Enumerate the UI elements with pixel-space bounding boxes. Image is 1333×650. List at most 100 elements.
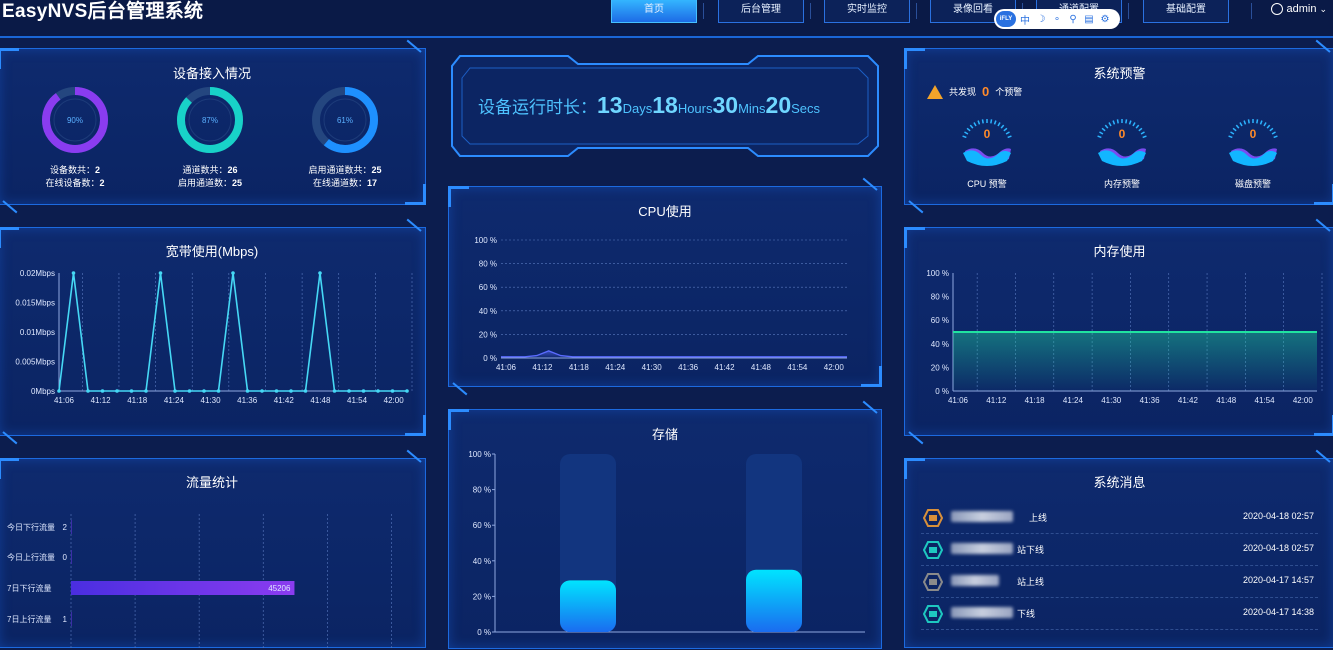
uptime-days-unit: Days [622,101,653,116]
nav-basic-config[interactable]: 基础配置 [1143,0,1229,23]
data-point [202,389,206,393]
y-tick-label: 40 % [479,307,497,316]
ring-label: 设备数共： [49,165,95,175]
redacted-device-name [951,543,1013,554]
series-area [953,332,1317,391]
data-point [274,389,279,393]
memory-alert-gauge: 0 [1092,115,1152,175]
app-title: EasyNVS后台管理系统 [2,1,204,22]
bandwidth-panel: 宽带使用(Mbps) 0Mbps 0.005Mbps 0.01Mbps 0.015Mb… [0,218,426,445]
punctuation-icon[interactable]: ∘ [1050,14,1064,25]
y-tick-label: 0.01Mbps [20,328,55,337]
x-tick-label: 41:42 [715,363,736,372]
y-tick-label: 0 % [483,354,497,363]
x-tick-label: 41:18 [569,363,590,372]
bar [746,569,802,632]
warning-icon [927,84,943,99]
bar [71,550,72,564]
data-point [100,389,105,393]
nav-admin[interactable]: 后台管理 [718,0,804,23]
message-time: 2020-04-17 14:57 [1242,575,1314,585]
panel-corner [2,200,18,214]
nav-live[interactable]: 实时监控 [824,0,910,23]
y-tick-label: 100 % [468,450,491,459]
data-point [245,389,250,393]
message-time: 2020-04-18 02:57 [1242,511,1314,521]
chinese-input-icon[interactable]: 中 [1018,12,1032,27]
message-time: 2020-04-17 14:38 [1242,607,1314,617]
category-label: 7日下行流量 [7,583,51,593]
moon-icon[interactable]: ☽ [1034,14,1048,25]
category-label: 7日上行流量 [7,614,51,624]
y-tick-label: 20 % [473,592,491,601]
disk-alert-gauge: 0 [1223,115,1283,175]
message-row[interactable]: 站下线 2020-04-18 02:57 [921,535,1318,566]
gauge-tick [993,120,997,125]
microphone-icon[interactable]: ⚲ [1066,14,1080,25]
bar [71,612,72,626]
gauge-tick [997,122,1001,127]
panel-corner [1314,184,1333,205]
ring-label: 启用通道数共： [308,165,372,175]
alert-count: 0 [982,84,990,99]
x-tick-label: 41:06 [54,396,75,405]
keyboard-icon[interactable]: ▤ [1082,14,1096,25]
user-menu[interactable]: admin ⌄ [1271,3,1327,15]
camera-icon [922,509,944,527]
gauge-label: 磁盘预警 [1234,179,1271,189]
ring-value: 17 [367,178,378,188]
nav-divider [703,3,704,19]
x-tick-label: 42:00 [824,363,845,372]
gear-icon[interactable]: ⚙ [1098,14,1112,25]
gauge-tick [1239,122,1243,127]
bar [560,580,616,632]
ring-value: 26 [227,165,238,175]
storage-chart: 0 % 20 % 40 % 60 % 80 % 100 % [468,450,865,637]
online-channel-ring: 61% 启用通道数共：25 在线通道数：17 [308,85,382,190]
y-tick-label: 80 % [931,293,949,302]
message-text: 下线 [1017,609,1036,619]
uptime-secs-unit: Secs [791,101,821,116]
alert-suffix: 个预警 [995,87,1023,97]
redacted-device-name [951,511,1013,522]
data-point [216,389,221,393]
chevron-down-icon: ⌄ [1319,3,1327,14]
bar-value-label: 1 [63,615,68,624]
data-point [361,389,366,393]
ring-value: 2 [99,178,105,188]
bar [71,581,295,595]
nav-divider [1128,3,1129,19]
bar-value-label: 0 [63,553,68,562]
data-point [115,389,119,393]
ring-line1: 启用通道数共：25 [300,164,390,177]
server-icon [922,541,944,559]
ifly-toolbar[interactable]: iFLY 中 ☽ ∘ ⚲ ▤ ⚙ [994,9,1120,29]
ring-line1: 通道数共：26 [175,164,245,177]
message-row[interactable]: 上线 2020-04-18 02:57 [921,503,1318,534]
x-tick-label: 41:18 [127,396,148,405]
category-label: 今日上行流量 [7,552,55,562]
alerts-panel: 系统预警 共发现 0 个预警 0 CPU 预警 0 内存预警 0 磁盘预警 [904,39,1333,214]
y-tick-label: 100 % [474,236,497,245]
gauge-value: 0 [1118,127,1126,141]
ring-value: 25 [232,178,243,188]
x-tick-label: 41:48 [751,363,772,372]
message-text: 站上线 [1017,577,1045,587]
nav-home[interactable]: 首页 [611,0,697,23]
username: admin [1286,3,1317,15]
ring-label: 在线设备数： [45,178,100,188]
message-row[interactable]: 下线 2020-04-17 14:38 [921,599,1318,630]
uptime-label: 设备运行时长： [478,98,597,117]
x-tick-label: 41:42 [1178,396,1199,405]
message-row[interactable]: 站上线 2020-04-17 14:57 [921,567,1318,598]
gauge-tick [1128,120,1132,125]
gauge-dial [1228,119,1278,166]
ring-label: 启用通道数： [177,178,232,188]
message-time: 2020-04-18 02:57 [1242,543,1314,553]
x-tick-label: 41:42 [274,396,295,405]
bar-value-label: 2 [63,523,68,532]
ring-label: 在线通道数： [312,178,367,188]
traffic-chart: 今日下行流量 2 今日上行流量 0 7日下行流量 45206 7日上行流量 1 [7,514,392,649]
storage-panel: 存储 0 % 20 % 40 % 60 % 80 % 100 % [448,400,882,649]
nav-divider [810,3,811,19]
